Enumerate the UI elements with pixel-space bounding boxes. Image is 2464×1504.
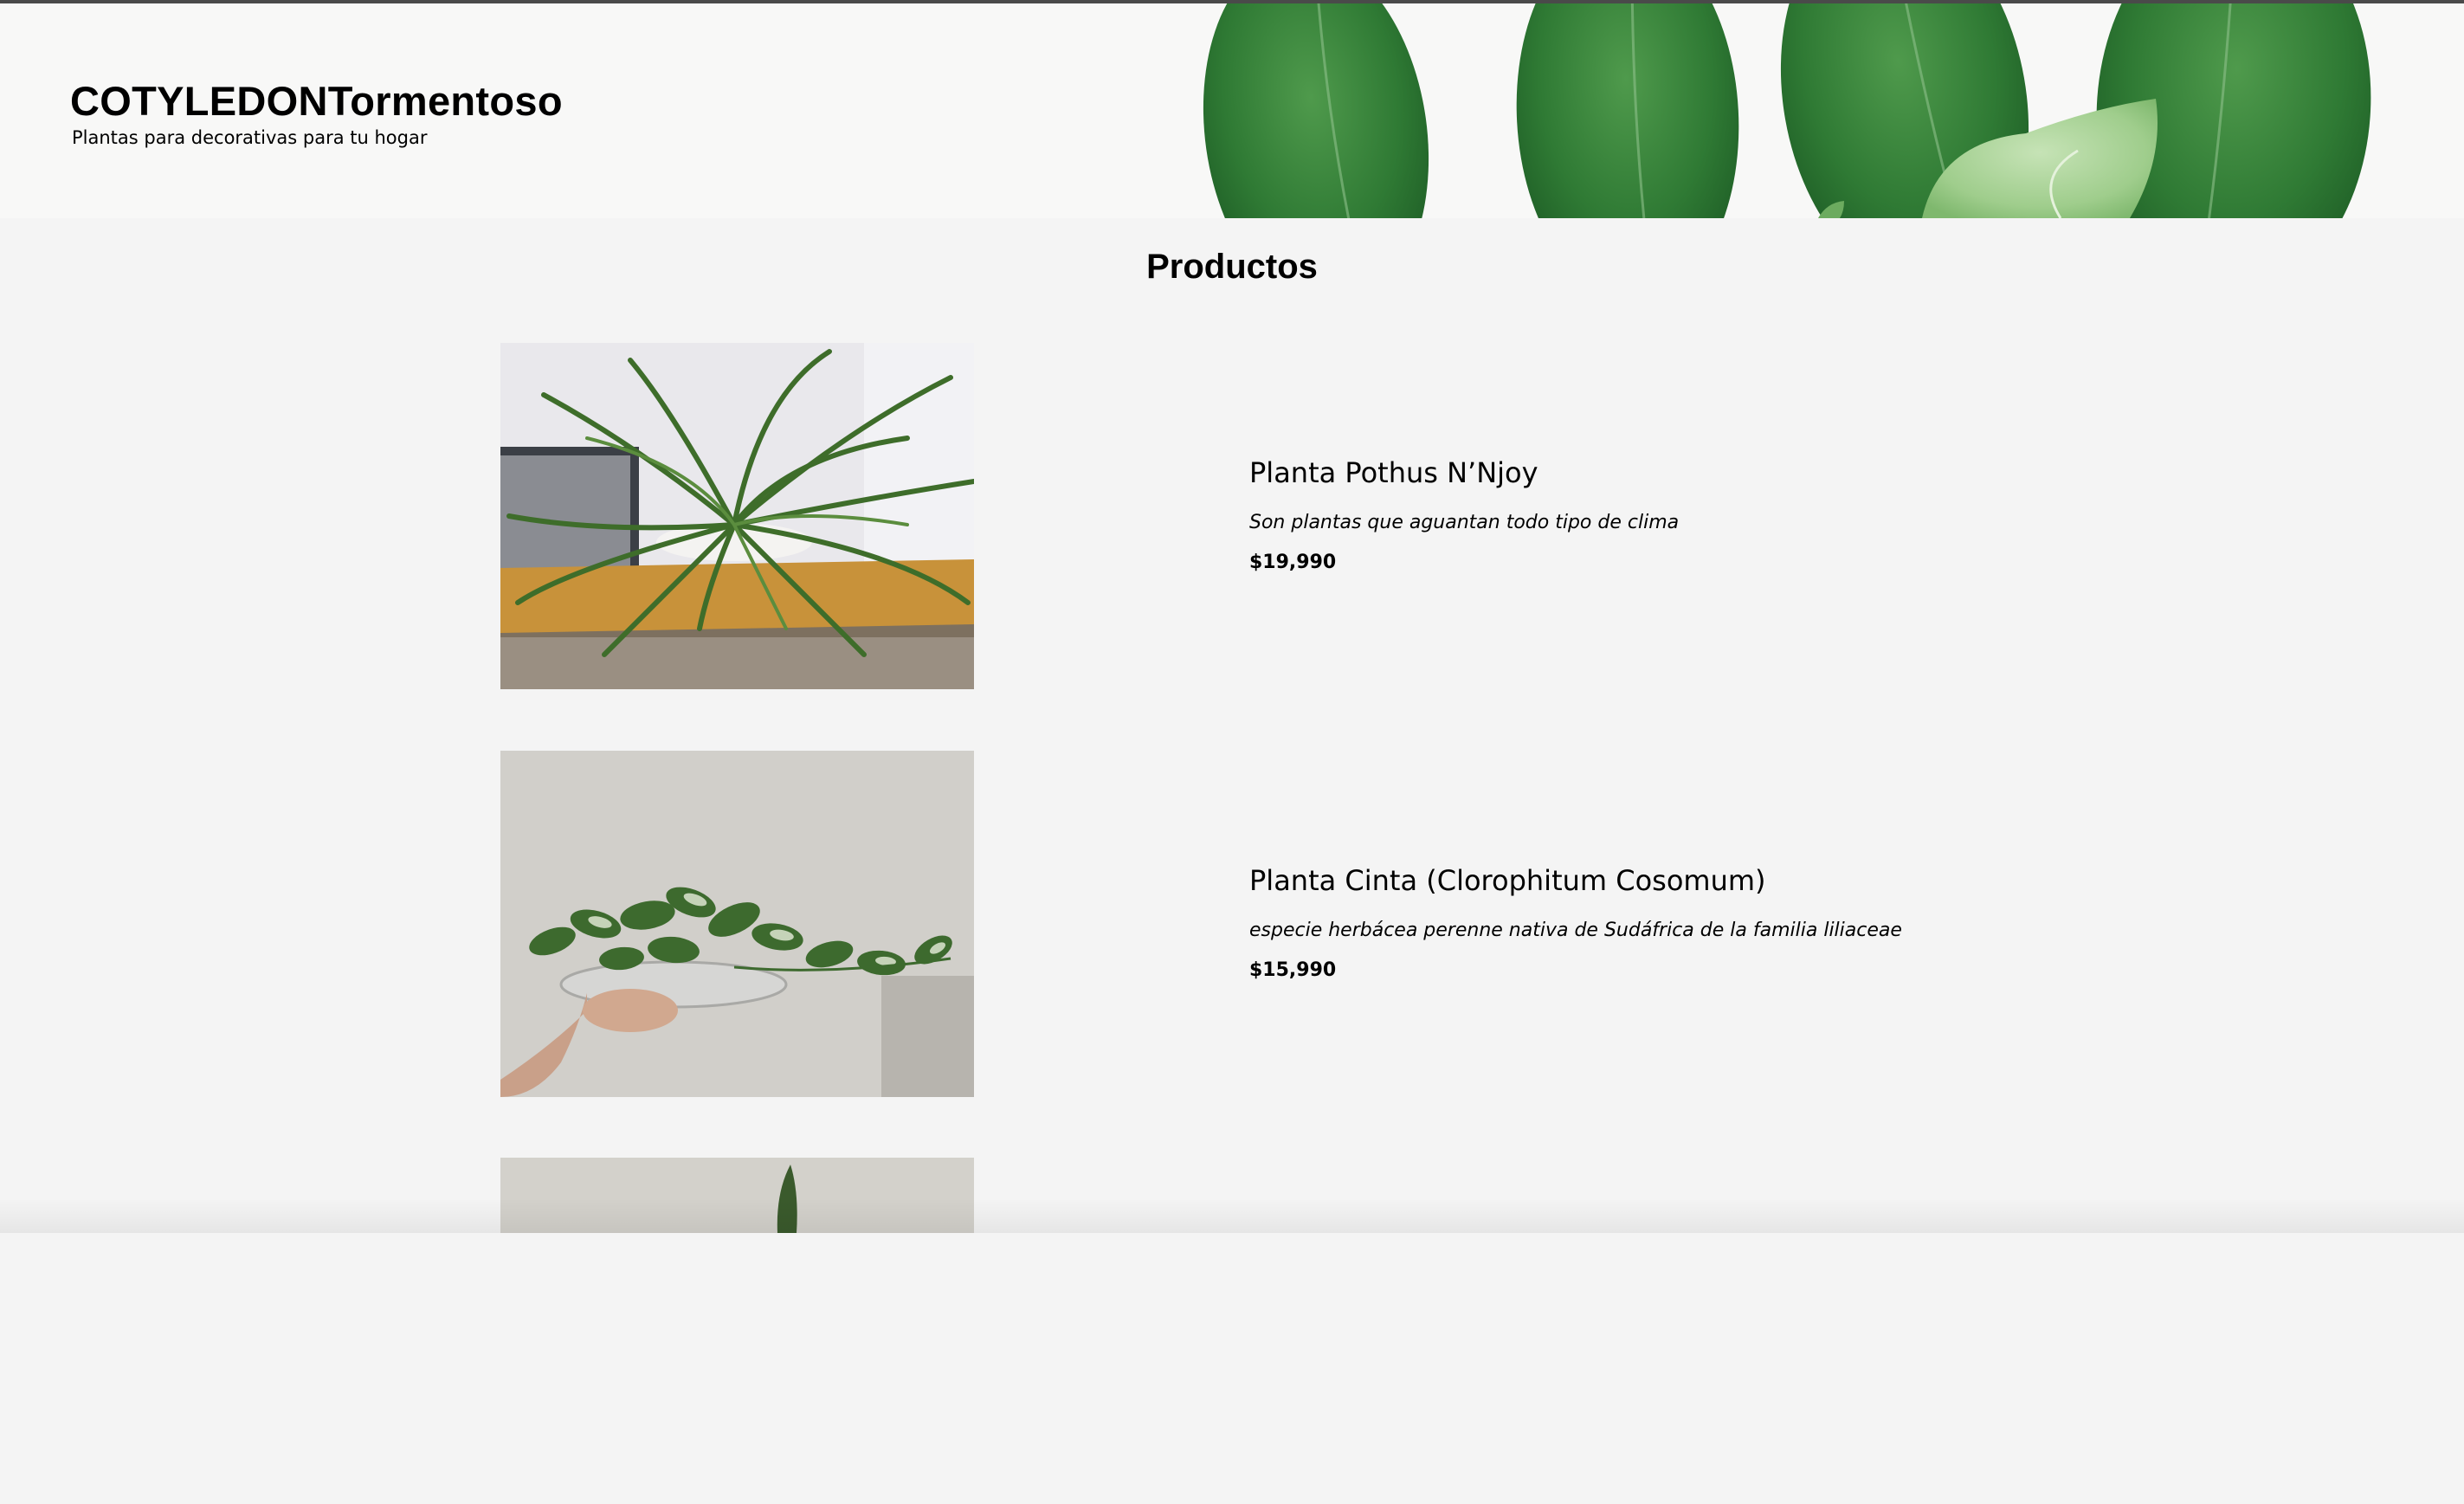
site-header: COTYLEDONTormentoso Plantas para decorat… — [0, 3, 2464, 218]
product-price: $19,990 — [1249, 552, 1337, 573]
product-name[interactable]: Planta Pothus N’Njoy — [1249, 455, 2029, 490]
brand: COTYLEDONTormentoso Plantas para decorat… — [70, 78, 563, 149]
product-card: Planta Pothus N’Njoy Son plantas que agu… — [500, 343, 2059, 689]
product-image[interactable] — [500, 343, 974, 689]
brand-subtitle: Plantas para decorativas para tu hogar — [72, 127, 428, 148]
product-card — [500, 1158, 2059, 1504]
product-description: Son plantas que aguantan todo tipo de cl… — [1249, 512, 1680, 533]
product-name[interactable]: Planta Cinta (Clorophitum Cosomum) — [1249, 863, 2029, 898]
product-image[interactable] — [500, 751, 974, 1097]
product-info: Planta Pothus N’Njoy Son plantas que agu… — [1249, 455, 2029, 575]
product-description: especie herbácea perenne nativa de Sudáf… — [1249, 920, 1902, 941]
product-card: Planta Cinta (Clorophitum Cosomum) espec… — [500, 751, 2059, 1097]
product-info: Planta Cinta (Clorophitum Cosomum) espec… — [1249, 863, 2029, 983]
product-image[interactable] — [500, 1158, 974, 1233]
product-price: $15,990 — [1249, 959, 1337, 981]
section-title-productos: Productos — [1146, 248, 1318, 286]
header-leaves-image — [1203, 3, 2371, 218]
brand-title[interactable]: COTYLEDONTormentoso — [70, 78, 563, 125]
